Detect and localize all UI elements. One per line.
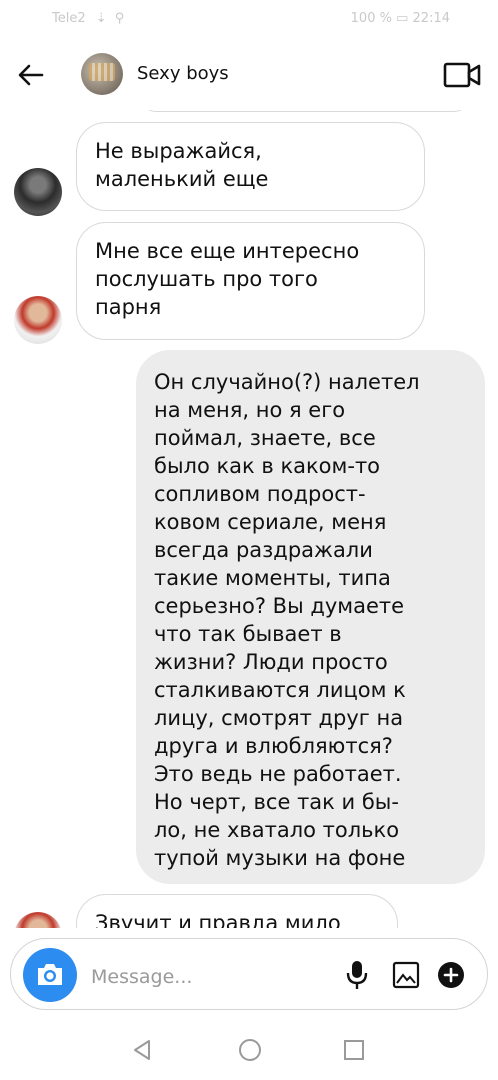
image-icon [392,961,420,989]
signal-download-search-icons: ⇣ ⚲ [95,11,127,26]
add-button[interactable] [437,961,465,989]
arrow-left-icon [18,64,44,86]
status-bar: Tele2 ⇣ ⚲ 100 % ▭ 22:14 [0,0,498,38]
message-composer [10,938,488,1010]
chat-header: Sexy boys [0,38,498,110]
message-list[interactable]: Не выражайся, маленький еще Мне все еще … [0,110,498,928]
chat-title[interactable]: Sexy boys [137,63,229,84]
clock-label: 22:14 [412,11,450,26]
battery-label: 100 % [350,11,392,26]
camera-icon [38,964,62,985]
nav-recents-icon[interactable] [343,1039,365,1061]
system-nav-bar [0,1020,498,1080]
back-button[interactable] [16,60,46,90]
status-left: Tele2 ⇣ ⚲ [52,11,126,26]
nav-back-icon[interactable] [130,1038,154,1062]
battery-icon: ▭ [396,11,413,26]
message-bubble-incoming[interactable]: Не выражайся, маленький еще [76,122,425,211]
nav-home-icon[interactable] [238,1038,262,1062]
message-bubble-incoming[interactable]: Звучит и правда мило [76,894,398,928]
status-right: 100 % ▭ 22:14 [351,11,450,26]
message-bubble-incoming[interactable]: Мне все еще интересно послушать про того… [76,222,425,340]
group-avatar[interactable] [81,53,123,95]
message-bubble-outgoing[interactable]: Он случайно(?) налетел на меня, но я его… [136,350,485,884]
carrier-label: Tele2 [52,11,86,26]
plus-circle-icon [438,962,464,988]
microphone-button[interactable] [344,959,370,991]
gallery-button[interactable] [392,961,420,989]
video-camera-icon [443,62,481,88]
sender-avatar[interactable] [14,296,62,344]
video-call-button[interactable] [443,62,481,88]
sender-avatar[interactable] [14,168,62,216]
camera-button[interactable] [23,948,77,1002]
previous-bubble-edge [140,110,470,112]
message-input[interactable] [89,961,333,993]
sender-avatar[interactable] [14,912,62,928]
microphone-icon [346,961,368,989]
